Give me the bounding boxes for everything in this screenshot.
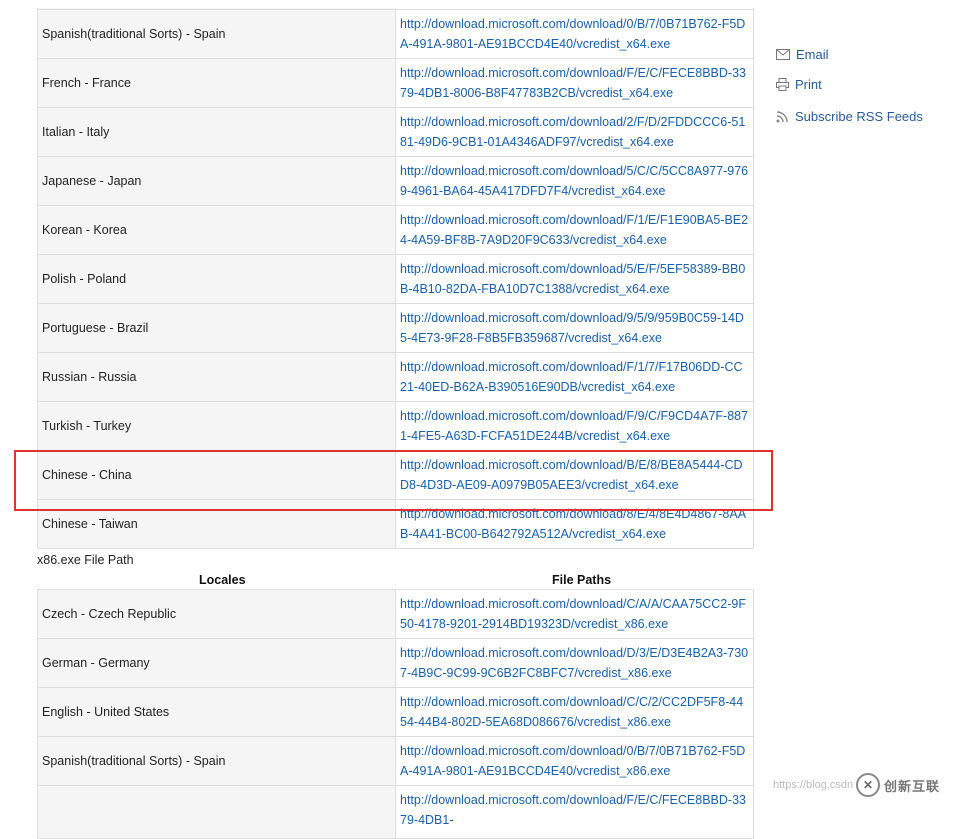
x86-caption: x86.exe File Path <box>37 553 134 567</box>
locale-cell: Italian - Italy <box>37 107 396 157</box>
file-path-cell: http://download.microsoft.com/download/8… <box>395 499 754 549</box>
file-path-cell: http://download.microsoft.com/download/F… <box>395 58 754 108</box>
download-link[interactable]: http://download.microsoft.com/download/F… <box>400 213 748 247</box>
table-row: Japanese - Japan http://download.microso… <box>37 156 754 206</box>
table-row: http://download.microsoft.com/download/F… <box>37 785 754 839</box>
x86-file-paths-table: Czech - Czech Republic http://download.m… <box>37 589 754 839</box>
file-path-cell: http://download.microsoft.com/download/F… <box>395 785 754 839</box>
file-path-cell: http://download.microsoft.com/download/D… <box>395 638 754 688</box>
locale-cell: English - United States <box>37 687 396 737</box>
file-path-cell: http://download.microsoft.com/download/C… <box>395 687 754 737</box>
download-link[interactable]: http://download.microsoft.com/download/0… <box>400 744 745 778</box>
download-link[interactable]: http://download.microsoft.com/download/5… <box>400 164 748 198</box>
table-row: Chinese - China http://download.microsof… <box>37 450 754 500</box>
printer-icon <box>776 78 789 91</box>
file-path-cell: http://download.microsoft.com/download/F… <box>395 401 754 451</box>
table-row: Polish - Poland http://download.microsof… <box>37 254 754 304</box>
download-link[interactable]: http://download.microsoft.com/download/C… <box>400 597 746 631</box>
brand-name: 创新互联 <box>884 778 941 794</box>
locale-cell: Chinese - China <box>37 450 396 500</box>
print-link[interactable]: Print <box>776 77 822 92</box>
rss-icon <box>776 111 788 123</box>
download-link[interactable]: http://download.microsoft.com/download/F… <box>400 409 748 443</box>
locale-cell: Chinese - Taiwan <box>37 499 396 549</box>
file-path-cell: http://download.microsoft.com/download/0… <box>395 736 754 786</box>
file-path-cell: http://download.microsoft.com/download/5… <box>395 254 754 304</box>
table-row: Turkish - Turkey http://download.microso… <box>37 401 754 451</box>
email-link[interactable]: Email <box>776 47 829 62</box>
brand-logo: ✕ 创新互联 <box>856 773 940 797</box>
locale-cell: Czech - Czech Republic <box>37 589 396 639</box>
table-row: Chinese - Taiwan http://download.microso… <box>37 499 754 549</box>
file-path-cell: http://download.microsoft.com/download/F… <box>395 352 754 402</box>
x64-file-paths-table: Spanish(traditional Sorts) - Spain http:… <box>37 8 754 549</box>
table-row: Czech - Czech Republic http://download.m… <box>37 589 754 639</box>
rss-link[interactable]: Subscribe RSS Feeds <box>776 109 923 124</box>
locale-cell: Spanish(traditional Sorts) - Spain <box>37 736 396 786</box>
table-row: Italian - Italy http://download.microsof… <box>37 107 754 157</box>
locale-cell: French - France <box>37 58 396 108</box>
file-path-cell: http://download.microsoft.com/download/F… <box>395 205 754 255</box>
download-link[interactable]: http://download.microsoft.com/download/F… <box>400 360 743 394</box>
print-label: Print <box>795 77 822 92</box>
download-link[interactable]: http://download.microsoft.com/download/F… <box>400 66 746 100</box>
download-link[interactable]: http://download.microsoft.com/download/5… <box>400 262 745 296</box>
file-path-cell: http://download.microsoft.com/download/B… <box>395 450 754 500</box>
table-row: Portuguese - Brazil http://download.micr… <box>37 303 754 353</box>
table-row: French - France http://download.microsof… <box>37 58 754 108</box>
download-link[interactable]: http://download.microsoft.com/download/F… <box>400 793 746 827</box>
download-link[interactable]: http://download.microsoft.com/download/9… <box>400 311 744 345</box>
file-path-cell: http://download.microsoft.com/download/5… <box>395 156 754 206</box>
file-paths-header: File Paths <box>552 573 612 587</box>
download-link[interactable]: http://download.microsoft.com/download/C… <box>400 695 743 729</box>
locales-header: Locales <box>199 573 246 587</box>
watermark-url: https://blog.csdn <box>773 779 854 791</box>
table-row: Korean - Korea http://download.microsoft… <box>37 205 754 255</box>
file-path-cell: http://download.microsoft.com/download/C… <box>395 589 754 639</box>
file-path-cell: http://download.microsoft.com/download/0… <box>395 9 754 59</box>
file-path-cell: http://download.microsoft.com/download/2… <box>395 107 754 157</box>
download-link[interactable]: http://download.microsoft.com/download/B… <box>400 458 743 492</box>
table-row: German - Germany http://download.microso… <box>37 638 754 688</box>
locale-cell: Spanish(traditional Sorts) - Spain <box>37 9 396 59</box>
locale-cell: German - Germany <box>37 638 396 688</box>
download-link[interactable]: http://download.microsoft.com/download/8… <box>400 507 746 541</box>
locale-cell: Turkish - Turkey <box>37 401 396 451</box>
locale-cell: Polish - Poland <box>37 254 396 304</box>
download-link[interactable]: http://download.microsoft.com/download/D… <box>400 646 748 680</box>
logo-icon: ✕ <box>856 773 880 797</box>
table-row: English - United States http://download.… <box>37 687 754 737</box>
download-link[interactable]: http://download.microsoft.com/download/0… <box>400 17 745 51</box>
locale-cell: Japanese - Japan <box>37 156 396 206</box>
locale-cell <box>37 785 396 839</box>
table-row: Spanish(traditional Sorts) - Spain http:… <box>37 736 754 786</box>
locale-cell: Portuguese - Brazil <box>37 303 396 353</box>
rss-label: Subscribe RSS Feeds <box>795 109 923 124</box>
locale-cell: Korean - Korea <box>37 205 396 255</box>
table-row: Spanish(traditional Sorts) - Spain http:… <box>37 9 754 59</box>
table-row: Russian - Russia http://download.microso… <box>37 352 754 402</box>
download-link[interactable]: http://download.microsoft.com/download/2… <box>400 115 745 149</box>
locale-cell: Russian - Russia <box>37 352 396 402</box>
email-label: Email <box>796 47 829 62</box>
file-path-cell: http://download.microsoft.com/download/9… <box>395 303 754 353</box>
email-icon <box>776 49 790 60</box>
